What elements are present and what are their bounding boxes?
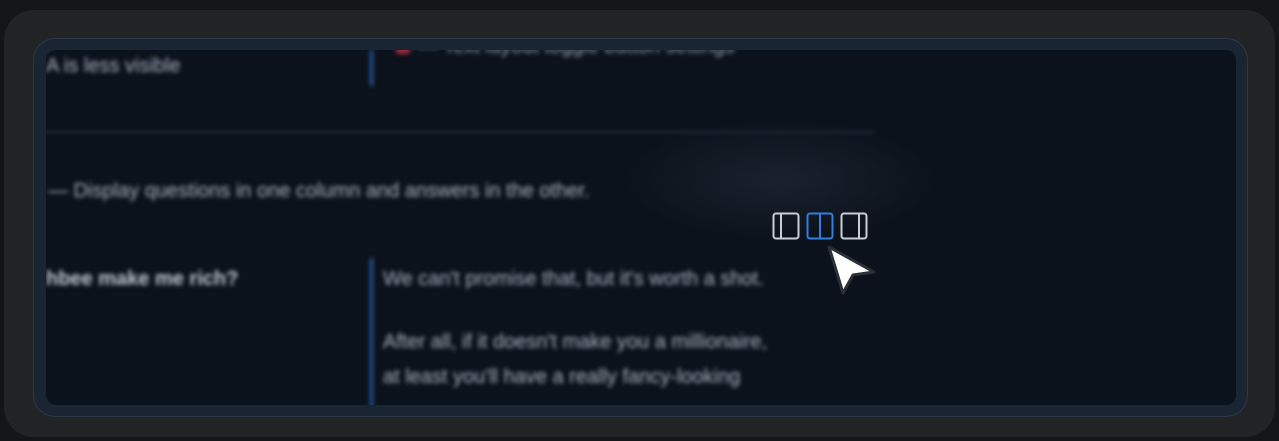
faq-answer-line-2: After all, if it doesn't make you a mill… xyxy=(383,331,767,353)
faq-answer-line-1: We can't promise that, but it's worth a … xyxy=(383,268,764,290)
blurred-content: A is less visible — Text layout toggle b… xyxy=(46,50,1236,405)
faq-answer-line-3: at least you'll have a really fancy-look… xyxy=(383,366,741,388)
column-divider-faq xyxy=(370,258,373,405)
red-marker xyxy=(396,50,410,54)
left-panel-layout-icon[interactable] xyxy=(772,212,800,240)
two-column-layout-icon[interactable] xyxy=(806,212,834,240)
top-left-text: A is less visible xyxy=(46,55,181,77)
editor-canvas[interactable]: A is less visible — Text layout toggle b… xyxy=(46,50,1236,405)
arrow-cursor-icon xyxy=(827,245,876,295)
faq-question: hbee make me rich? xyxy=(46,268,239,290)
top-right-text: — Text layout toggle button settings xyxy=(418,50,735,59)
column-layout-toggle[interactable] xyxy=(772,212,868,240)
section-description: — Display questions in one column and an… xyxy=(48,180,590,202)
right-panel-layout-icon[interactable] xyxy=(840,212,868,240)
column-divider-top xyxy=(370,50,373,86)
